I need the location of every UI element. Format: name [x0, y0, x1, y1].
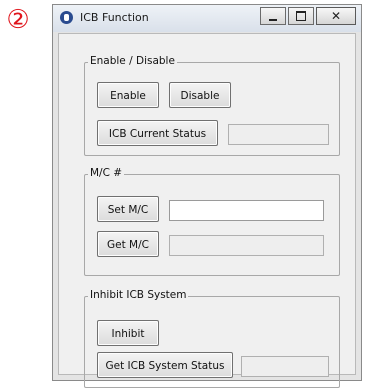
set-mc-input[interactable]	[169, 200, 324, 221]
maximize-icon	[296, 11, 306, 21]
app-icon[interactable]	[60, 11, 73, 24]
window-client-area: Enable / Disable Enable Disable ICB Curr…	[58, 33, 356, 388]
icb-current-status-button[interactable]: ICB Current Status	[97, 120, 218, 146]
get-mc-button[interactable]: Get M/C	[97, 231, 159, 257]
mc-number-group-label: M/C #	[88, 167, 125, 179]
step-number-marker: ②	[6, 5, 30, 35]
enable-disable-group: Enable / Disable Enable Disable ICB Curr…	[84, 55, 340, 156]
icb-current-status-field	[228, 124, 329, 145]
close-button[interactable]: ✕	[316, 7, 356, 25]
enable-disable-group-label: Enable / Disable	[88, 55, 177, 67]
inhibit-icb-system-group-label: Inhibit ICB System	[88, 289, 189, 301]
enable-button[interactable]: Enable	[97, 82, 159, 108]
disable-button[interactable]: Disable	[169, 82, 231, 108]
title-bar[interactable]: ICB Function ✕	[53, 5, 361, 32]
icb-function-window: ICB Function ✕ Enable / Disable Enable D…	[52, 4, 362, 388]
mc-number-group: M/C # Set M/C Get M/C	[84, 167, 340, 276]
minimize-icon	[269, 18, 277, 21]
minimize-button[interactable]	[260, 7, 286, 25]
maximize-button[interactable]	[288, 7, 314, 25]
set-mc-button[interactable]: Set M/C	[97, 196, 159, 222]
icb-system-status-field	[241, 356, 329, 377]
window-title: ICB Function	[80, 11, 149, 24]
inhibit-button[interactable]: Inhibit	[97, 320, 159, 346]
inhibit-icb-system-group: Inhibit ICB System Inhibit Get ICB Syste…	[84, 289, 340, 388]
close-icon: ✕	[330, 9, 342, 23]
get-mc-field	[169, 235, 324, 256]
get-icb-system-status-button[interactable]: Get ICB System Status	[97, 352, 233, 378]
